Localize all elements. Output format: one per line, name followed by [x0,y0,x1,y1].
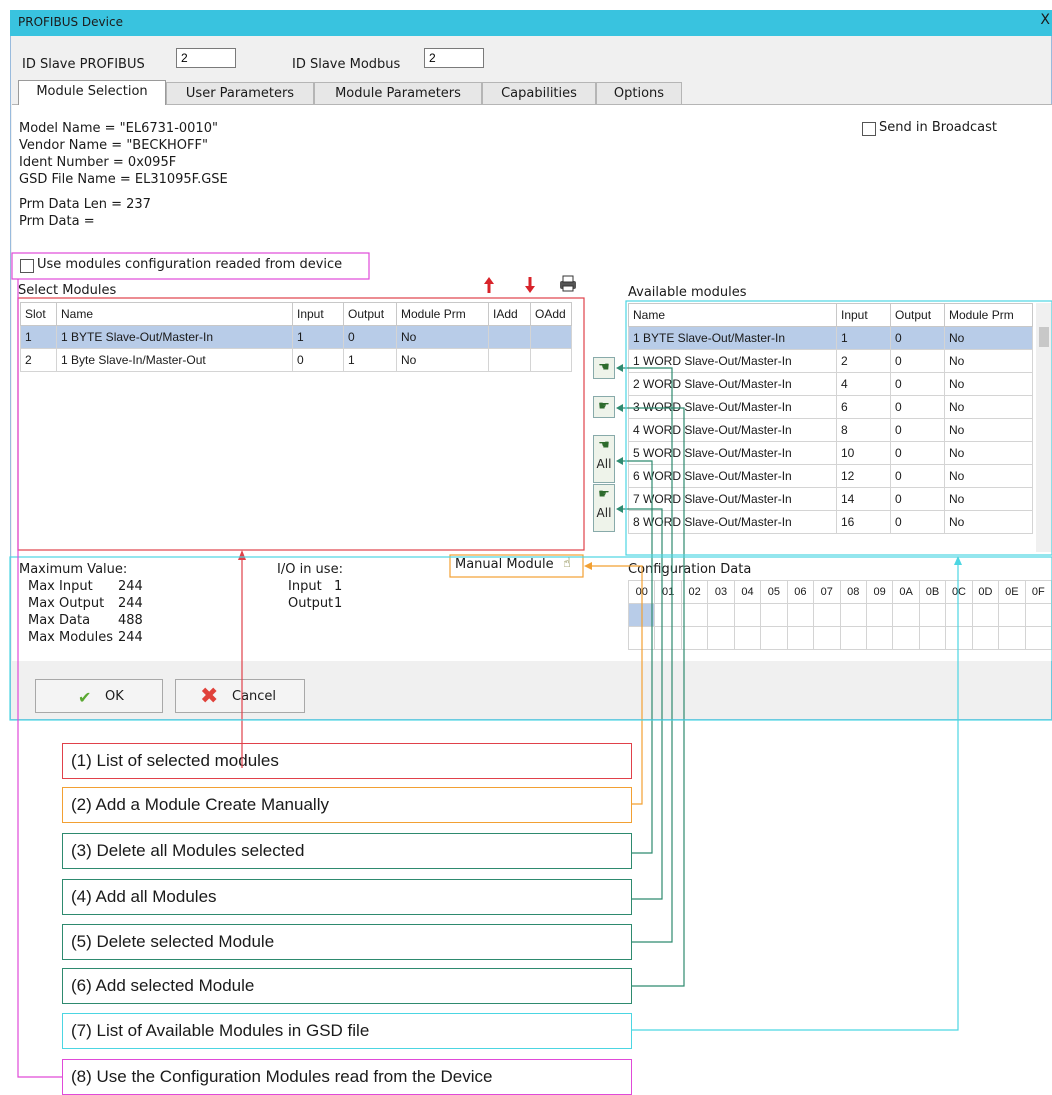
available-modules-highlight [625,300,1052,556]
callout-line-8 [17,279,62,1078]
lower-area-highlight [9,556,1052,721]
callout-line-7 [632,562,959,1031]
callout-line-4 [620,508,663,900]
callout-arrow-3 [616,457,623,465]
callout-line-2 [590,565,643,805]
callout-arrow-5 [616,364,623,372]
callout-arrow-6 [616,404,623,412]
callout-arrow-4 [616,505,623,513]
callout-lines [9,252,1052,1078]
manual-module-highlight [449,554,584,578]
callout-arrow-2 [584,562,592,570]
callout-line-3 [620,460,653,854]
use-modules-highlight [11,252,370,280]
selected-modules-highlight [17,297,585,551]
callout-line-5 [620,367,673,943]
callout-arrow-1 [238,550,246,560]
